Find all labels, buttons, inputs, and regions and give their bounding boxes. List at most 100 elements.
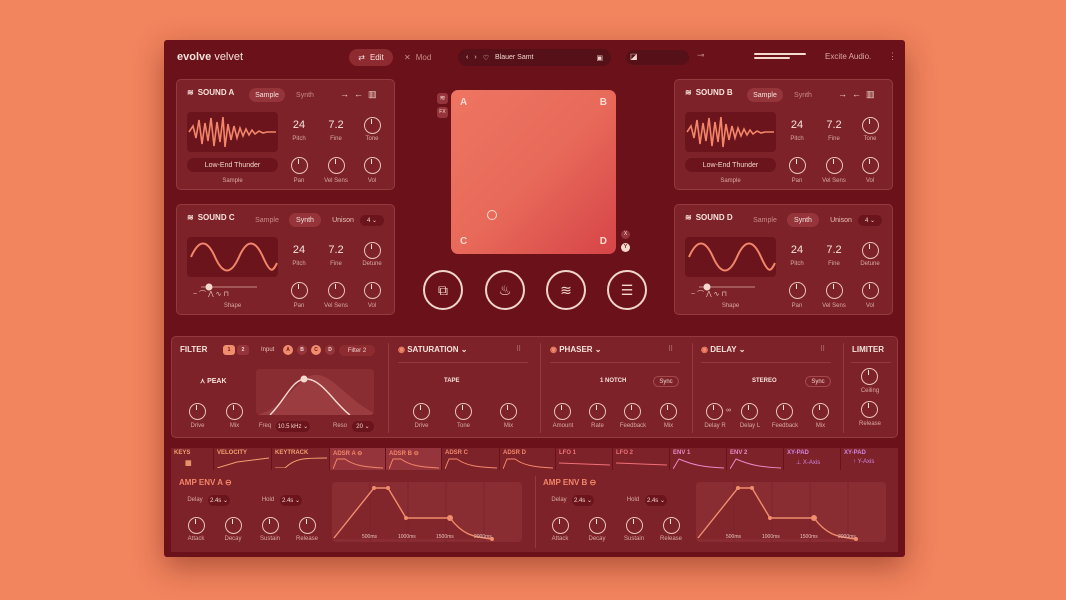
- y-axis-toggle[interactable]: Y: [621, 243, 630, 252]
- phaser-mode[interactable]: 1 NOTCH: [600, 378, 626, 384]
- mod-tab-env-1[interactable]: ENV 1: [670, 448, 727, 470]
- delay-mode[interactable]: STEREO: [752, 378, 777, 384]
- macro-knob-2[interactable]: ♨: [485, 270, 525, 310]
- preset-browser[interactable]: ‹ › ♡ Blauer Samt ▣: [458, 49, 611, 66]
- mod-tab-xy-pad-x[interactable]: XY-PAD ⊥ X-Axis: [784, 448, 841, 470]
- env-a-delay-value[interactable]: 2.4s ⌄: [208, 495, 230, 506]
- filter-response-graph[interactable]: [256, 369, 374, 415]
- mod-tab-keys[interactable]: KEYS ▦: [171, 448, 214, 470]
- env-a-attack-knob[interactable]: [188, 517, 205, 534]
- arrow-left-icon[interactable]: ←: [354, 89, 363, 99]
- sound-d-tab-sample[interactable]: Sample: [747, 213, 783, 227]
- sound-b-fine-value[interactable]: 7.2: [822, 119, 846, 131]
- env-b-hold-value[interactable]: 2.4s ⌄: [645, 495, 667, 506]
- drag-handle-icon[interactable]: ⠿: [516, 345, 521, 353]
- drag-handle-icon[interactable]: ⠿: [820, 345, 825, 353]
- delay-feedback-knob[interactable]: [776, 403, 793, 420]
- input-d[interactable]: D: [325, 345, 335, 355]
- drag-handle-icon[interactable]: ⠿: [668, 345, 673, 353]
- mod-tab-keytrack[interactable]: KEYTRACK: [272, 448, 330, 470]
- mod-tab-adsr-d[interactable]: ADSR D: [500, 448, 556, 470]
- sound-d-pitch-value[interactable]: 24: [785, 244, 809, 256]
- sound-a-vol-knob[interactable]: [364, 157, 381, 174]
- sound-a-pitch-value[interactable]: 24: [287, 119, 311, 131]
- sound-b-vel-knob[interactable]: [826, 157, 843, 174]
- menu-icon[interactable]: ⋮: [888, 51, 897, 62]
- phaser-feedback-knob[interactable]: [624, 403, 641, 420]
- input-a[interactable]: A: [283, 345, 293, 355]
- link-icon[interactable]: ⊖: [590, 478, 597, 487]
- sound-d-vol-knob[interactable]: [862, 282, 879, 299]
- env-b-decay-knob[interactable]: [589, 517, 606, 534]
- sound-c-pan-knob[interactable]: [291, 282, 308, 299]
- link-icon[interactable]: ⊖: [225, 478, 232, 487]
- limiter-release-knob[interactable]: [861, 401, 878, 418]
- sound-a-fine-value[interactable]: 7.2: [324, 119, 348, 131]
- delay-r-knob[interactable]: [706, 403, 723, 420]
- mod-tab-env-2[interactable]: ENV 2: [727, 448, 784, 470]
- filter-slot-1[interactable]: 1: [223, 345, 235, 355]
- filter-select[interactable]: Filter 2: [339, 345, 375, 356]
- keys-icon[interactable]: ▥: [368, 89, 377, 99]
- freq-value[interactable]: 10.5 kHz ⌄: [276, 421, 310, 432]
- macro-knob-3[interactable]: ≋: [546, 270, 586, 310]
- input-c[interactable]: C: [311, 345, 321, 355]
- sound-a-tab-synth[interactable]: Synth: [289, 88, 321, 102]
- limiter-ceiling-knob[interactable]: [861, 368, 878, 385]
- reso-value[interactable]: 20 ⌄: [352, 421, 374, 432]
- sound-b-tab-synth[interactable]: Synth: [787, 88, 819, 102]
- edit-button[interactable]: ⇄ Edit: [349, 49, 393, 66]
- mod-tab-adsr-c[interactable]: ADSR C: [442, 448, 500, 470]
- sound-c-vol-knob[interactable]: [364, 282, 381, 299]
- sound-d-fine-value[interactable]: 7.2: [822, 244, 846, 256]
- filter-drive-knob[interactable]: [189, 403, 206, 420]
- env-b-attack-knob[interactable]: [552, 517, 569, 534]
- filter-slot-2[interactable]: 2: [237, 345, 249, 355]
- filter-mix-knob[interactable]: [226, 403, 243, 420]
- mod-tab-adsr-b[interactable]: ADSR B ⊖: [386, 448, 442, 470]
- sound-c-vel-knob[interactable]: [328, 282, 345, 299]
- mod-tab-adsr-a[interactable]: ADSR A ⊖: [330, 448, 386, 470]
- sound-d-tab-synth[interactable]: Synth: [787, 213, 819, 227]
- phaser-amount-knob[interactable]: [554, 403, 571, 420]
- saturation-mix-knob[interactable]: [500, 403, 517, 420]
- sound-b-sample-name[interactable]: Low-End Thunder: [685, 158, 776, 172]
- sound-a-vel-knob[interactable]: [328, 157, 345, 174]
- heart-icon[interactable]: ♡: [483, 54, 489, 62]
- arrow-right-icon[interactable]: →: [838, 89, 847, 99]
- sound-b-vol-knob[interactable]: [862, 157, 879, 174]
- phaser-title[interactable]: ◉ PHASER ⌄: [550, 345, 602, 354]
- unison-selector[interactable]: 4 ⌄: [858, 215, 882, 226]
- sound-c-tab-sample[interactable]: Sample: [249, 213, 285, 227]
- sound-b-tab-sample[interactable]: Sample: [747, 88, 783, 102]
- saturation-drive-knob[interactable]: [413, 403, 430, 420]
- unison-selector[interactable]: 4 ⌄: [360, 215, 384, 226]
- sound-c-detune-knob[interactable]: [364, 242, 381, 259]
- saturation-tone-knob[interactable]: [455, 403, 472, 420]
- env-b-graph[interactable]: 500ms 1000ms 1500ms 2000ms: [696, 482, 886, 542]
- keys-icon[interactable]: ▥: [866, 89, 875, 99]
- macro-knob-4[interactable]: ☰: [607, 270, 647, 310]
- mod-tab-lfo-1[interactable]: LFO 1: [556, 448, 613, 470]
- xy-cursor[interactable]: [487, 210, 497, 220]
- mod-tab-velocity[interactable]: VELOCITY: [214, 448, 272, 470]
- link-icon[interactable]: ∞: [726, 407, 731, 414]
- xy-pad[interactable]: A B C D: [451, 90, 616, 254]
- sound-b-pan-knob[interactable]: [789, 157, 806, 174]
- sound-d-pan-knob[interactable]: [789, 282, 806, 299]
- secondary-slot[interactable]: ◪: [626, 50, 689, 65]
- input-b[interactable]: B: [297, 345, 307, 355]
- x-axis-toggle[interactable]: X: [621, 230, 630, 239]
- power-icon[interactable]: ◉: [398, 345, 405, 354]
- prev-preset-icon[interactable]: ‹: [466, 54, 468, 61]
- env-a-hold-value[interactable]: 2.4s ⌄: [280, 495, 302, 506]
- delay-sync-button[interactable]: Sync: [805, 376, 831, 387]
- env-b-delay-value[interactable]: 2.4s ⌄: [572, 495, 594, 506]
- saturation-mode[interactable]: TAPE: [444, 378, 460, 384]
- shape-slider[interactable]: ~ ⌒ ⋀ ∿ ⊓: [187, 283, 278, 298]
- env-b-sustain-knob[interactable]: [626, 517, 643, 534]
- power-icon[interactable]: ◉: [550, 345, 557, 354]
- env-a-graph[interactable]: 500ms 1000ms 1500ms 2000ms: [332, 482, 522, 542]
- filter-type[interactable]: ⋏ PEAK: [200, 377, 227, 385]
- arrow-right-icon[interactable]: →: [340, 89, 349, 99]
